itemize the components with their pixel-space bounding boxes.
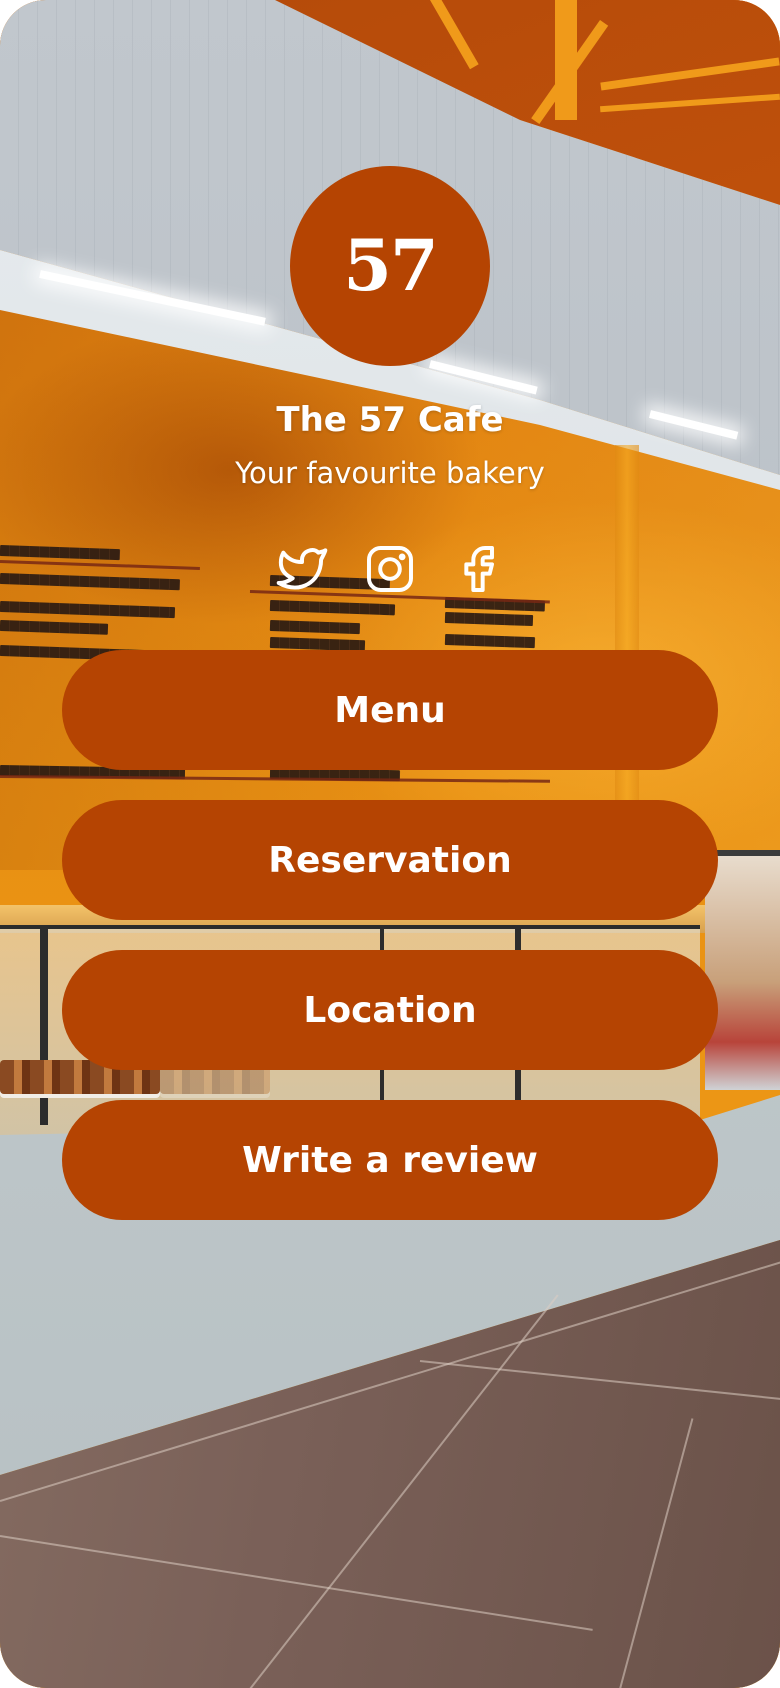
logo-badge: 57 (290, 166, 490, 366)
case-frame (40, 925, 48, 1125)
tagline: Your favourite bakery (235, 456, 545, 490)
link-list: Menu Reservation Location Write a review (62, 650, 718, 1250)
twitter-link[interactable] (274, 541, 330, 597)
write-review-button[interactable]: Write a review (62, 1100, 718, 1220)
instagram-icon (367, 546, 413, 592)
reservation-button[interactable]: Reservation (62, 800, 718, 920)
social-links (0, 541, 780, 597)
instagram-link[interactable] (362, 541, 418, 597)
facebook-link[interactable] (450, 541, 506, 597)
twitter-icon (276, 548, 328, 590)
menu-button[interactable]: Menu (62, 650, 718, 770)
logo-text: 57 (343, 224, 438, 307)
page-title: The 57 Cafe (276, 400, 504, 440)
app-screen: 57 The 57 Cafe Your favourite bakery Men… (0, 0, 780, 1688)
facebook-icon (464, 546, 494, 592)
location-button[interactable]: Location (62, 950, 718, 1070)
